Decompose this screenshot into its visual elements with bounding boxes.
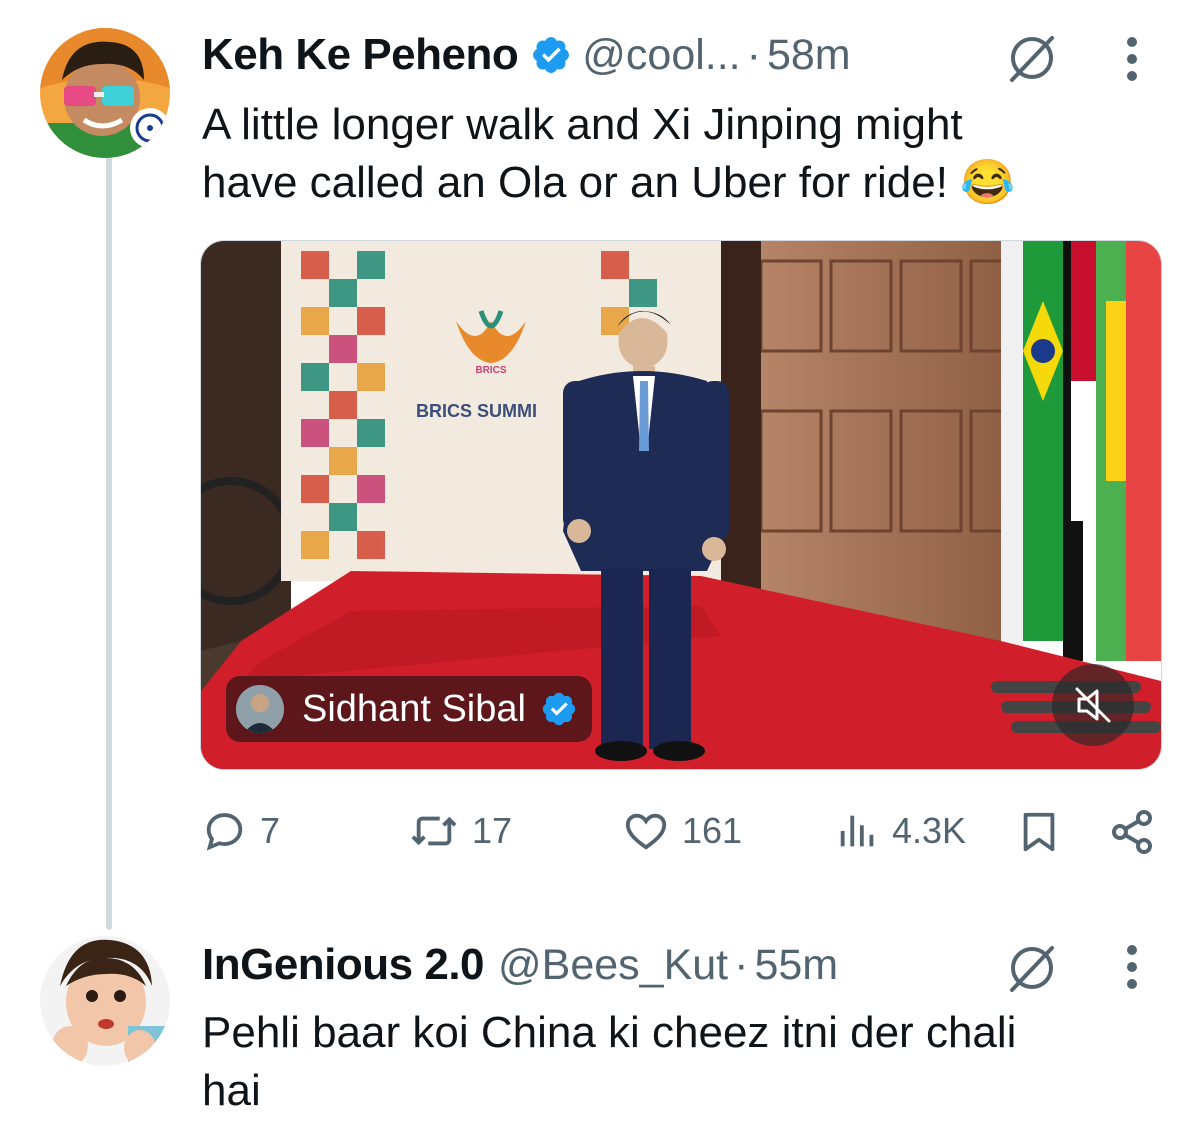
speaker-muted-icon bbox=[1075, 687, 1111, 723]
author-name[interactable]: Keh Ke Peheno bbox=[202, 30, 519, 80]
verified-badge-icon bbox=[533, 37, 570, 73]
author-handle[interactable]: @Bees_Kut bbox=[498, 941, 728, 990]
tweet-text: Pehli baar koi China ki cheez itni der c… bbox=[202, 1004, 1016, 1120]
grok-icon[interactable] bbox=[1004, 940, 1060, 996]
tweet-header: Keh Ke Peheno @cool... · 58m bbox=[202, 30, 851, 80]
heart-icon bbox=[625, 813, 667, 850]
like-count: 161 bbox=[682, 810, 743, 851]
view-count: 4.3K bbox=[892, 810, 967, 851]
source-user-name: Sidhant Sibal bbox=[302, 687, 526, 730]
tweet-header: InGenious 2.0 @Bees_Kut · 55m bbox=[202, 940, 838, 990]
thread-connector-line bbox=[106, 150, 112, 930]
tweet-text-line: hai bbox=[202, 1066, 261, 1115]
like-button[interactable]: 161 bbox=[622, 808, 742, 854]
share-icon[interactable] bbox=[1108, 808, 1156, 856]
more-options-icon[interactable] bbox=[1126, 36, 1138, 82]
verified-badge-icon bbox=[542, 692, 576, 726]
video-source-tag[interactable]: Sidhant Sibal bbox=[226, 676, 592, 742]
more-options-icon[interactable] bbox=[1126, 944, 1138, 990]
mute-toggle-button[interactable] bbox=[1052, 664, 1134, 746]
tweet-text: A little longer walk and Xi Jinping migh… bbox=[202, 96, 1015, 212]
reply-button[interactable]: 7 bbox=[202, 808, 280, 854]
tweet-text-line: A little longer walk and Xi Jinping migh… bbox=[202, 100, 963, 149]
separator-dot: · bbox=[734, 940, 749, 989]
timestamp[interactable]: 58m bbox=[767, 31, 851, 80]
backdrop-text: BRICS SUMMI bbox=[416, 401, 537, 421]
analytics-icon bbox=[840, 815, 874, 847]
timestamp[interactable]: 55m bbox=[754, 941, 838, 990]
brics-logo-text: BRICS bbox=[475, 365, 506, 376]
views-button[interactable]: 4.3K bbox=[836, 808, 966, 854]
reply-count: 7 bbox=[260, 810, 281, 851]
reply-icon bbox=[206, 813, 243, 851]
repost-button[interactable]: 17 bbox=[408, 808, 512, 854]
laughing-emoji: 😂 bbox=[960, 158, 1015, 207]
source-avatar bbox=[236, 685, 284, 733]
tweet-text-line: Pehli baar koi China ki cheez itni der c… bbox=[202, 1008, 1017, 1057]
repost-icon bbox=[411, 816, 457, 846]
separator-dot: · bbox=[746, 30, 761, 79]
author-name[interactable]: InGenious 2.0 bbox=[202, 940, 485, 990]
author-handle[interactable]: @cool... bbox=[582, 31, 740, 80]
grok-icon[interactable] bbox=[1004, 30, 1060, 86]
bookmark-icon[interactable] bbox=[1016, 808, 1062, 856]
repost-count: 17 bbox=[472, 810, 513, 851]
tweet-text-line: have called an Ola or an Uber for ride! … bbox=[202, 158, 1015, 207]
avatar[interactable] bbox=[40, 936, 170, 1066]
avatar[interactable] bbox=[40, 28, 170, 158]
